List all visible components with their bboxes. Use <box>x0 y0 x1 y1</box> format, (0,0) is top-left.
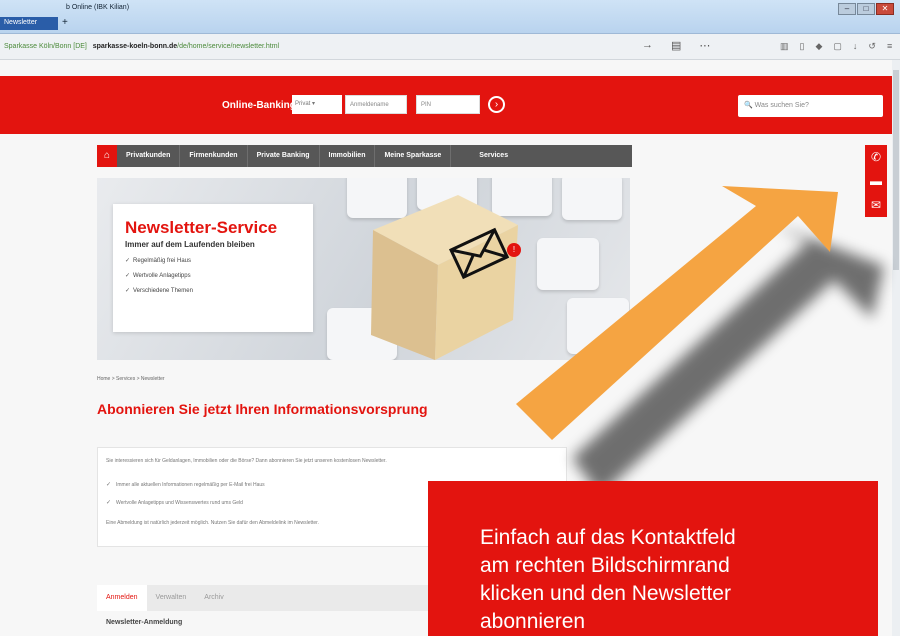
maximize-button[interactable]: □ <box>857 3 875 15</box>
nav-item-firmenkunden[interactable]: Firmenkunden <box>180 145 248 167</box>
newsletter-tabs: Anmelden Verwalten Archiv <box>97 585 437 611</box>
site-header: Online-Banking Privat ▾ Anmeldename PIN … <box>0 76 892 134</box>
callout-line-4: abonnieren <box>480 610 586 633</box>
keyboard-key <box>537 238 599 290</box>
screenshot-icon[interactable]: ▢ <box>833 41 842 52</box>
tab-verwalten[interactable]: Verwalten <box>147 585 196 611</box>
nav-buttons: → ▤ ⋯ <box>642 39 710 52</box>
window-controls: – □ ✕ <box>838 3 894 15</box>
search-icon: 🔍 <box>744 102 753 109</box>
search-placeholder: Was suchen Sie? <box>754 102 809 109</box>
login-type-value: Privat <box>295 101 311 107</box>
keyboard-key <box>567 298 629 354</box>
site-search-input[interactable]: 🔍 Was suchen Sie? <box>738 95 883 117</box>
hero-bullet: Verschiedene Themen <box>125 287 301 294</box>
url-prefix: Sparkasse Köln/Bonn [DE] <box>4 43 87 50</box>
nav-item-services[interactable]: Services <box>451 145 517 167</box>
callout-line-2: am rechten Bildschirmrand <box>480 554 730 577</box>
new-tab-button[interactable]: + <box>62 17 68 28</box>
envelope-cube-image <box>371 195 518 360</box>
screen: b Online (IBK Kilian) Newsletter + – □ ✕… <box>0 0 900 636</box>
toolbar-icons: ▥ ▯ ◆ ▢ ↓ ↺ ≡ <box>780 41 892 52</box>
address-bar: Sparkasse Köln/Bonn [DE] sparkasse-koeln… <box>0 34 900 60</box>
history-icon[interactable]: ↺ <box>868 41 876 52</box>
url-path: /de/home/service/newsletter.html <box>177 43 280 50</box>
menu-icon[interactable]: ≡ <box>887 41 892 52</box>
login-submit-button[interactable]: › <box>488 96 505 113</box>
hero-bullet: Regelmäßig frei Haus <box>125 257 301 264</box>
browser-tab-title[interactable]: b Online (IBK Kilian) <box>62 2 133 15</box>
callout-line-1: Einfach auf das Kontaktfeld <box>480 526 736 549</box>
close-button[interactable]: ✕ <box>876 3 894 15</box>
scrollbar-thumb[interactable] <box>893 70 899 270</box>
info-intro: Sie interessieren sich für Geldanlagen, … <box>106 458 387 464</box>
contact-sidebar: ✆ ▬ ✉ <box>865 145 887 217</box>
keyboard-key <box>562 178 622 220</box>
tab-archiv[interactable]: Archiv <box>195 585 232 611</box>
main-navigation: ⌂ Privatkunden Firmenkunden Private Bank… <box>97 145 632 167</box>
page-scrollbar[interactable] <box>892 60 900 636</box>
browser-titlebar: b Online (IBK Kilian) Newsletter + – □ ✕ <box>0 0 900 34</box>
forward-arrow-icon[interactable]: → <box>642 39 653 52</box>
callout-line-3: klicken und den Newsletter <box>480 582 731 605</box>
nav-item-private-banking[interactable]: Private Banking <box>248 145 320 167</box>
hero-subtitle: Immer auf dem Laufenden bleiben <box>125 240 255 249</box>
nav-item-meine-sparkasse[interactable]: Meine Sparkasse <box>375 145 452 167</box>
nav-item-privatkunden[interactable]: Privatkunden <box>117 145 181 167</box>
username-input[interactable]: Anmeldename <box>345 95 407 114</box>
mail-icon[interactable]: ✉ <box>865 193 887 217</box>
online-banking-label: Online-Banking <box>222 100 296 111</box>
chat-icon[interactable]: ▬ <box>865 169 887 193</box>
pocket-icon[interactable]: ◆ <box>815 41 822 52</box>
library-icon[interactable]: ▥ <box>780 41 789 52</box>
phone-icon[interactable]: ✆ <box>865 145 887 169</box>
instruction-callout: Einfach auf das Kontaktfeld am rechten B… <box>428 481 878 636</box>
more-icon[interactable]: ⋯ <box>699 39 710 52</box>
home-icon[interactable]: ⌂ <box>97 145 117 167</box>
login-type-select[interactable]: Privat ▾ <box>292 95 342 114</box>
download-icon[interactable]: ↓ <box>853 41 858 52</box>
url-host: sparkasse-koeln-bonn.de <box>92 43 178 50</box>
breadcrumb[interactable]: Home > Services > Newsletter <box>97 376 165 382</box>
nav-item-immobilien[interactable]: Immobilien <box>320 145 376 167</box>
hero-bullet-list: Regelmäßig frei Haus Wertvolle Anlagetip… <box>125 257 301 294</box>
pin-input[interactable]: PIN <box>416 95 480 114</box>
notification-badge-icon: ! <box>507 243 521 257</box>
page-title: Abonnieren Sie jetzt Ihren Informationsv… <box>97 401 428 417</box>
url-field[interactable]: Sparkasse Köln/Bonn [DE] sparkasse-koeln… <box>4 40 624 54</box>
hero-bullet: Wertvolle Anlagetipps <box>125 272 301 279</box>
form-heading: Newsletter-Anmeldung <box>106 619 183 626</box>
sidebar-icon[interactable]: ▯ <box>800 41 805 52</box>
hero-card: Newsletter-Service Immer auf dem Laufend… <box>113 204 313 332</box>
hero-title: Newsletter-Service <box>125 218 278 237</box>
reader-icon[interactable]: ▤ <box>671 39 681 52</box>
tab-anmelden[interactable]: Anmelden <box>97 585 147 611</box>
minimize-button[interactable]: – <box>838 3 856 15</box>
browser-tab-active[interactable]: Newsletter <box>0 17 58 30</box>
